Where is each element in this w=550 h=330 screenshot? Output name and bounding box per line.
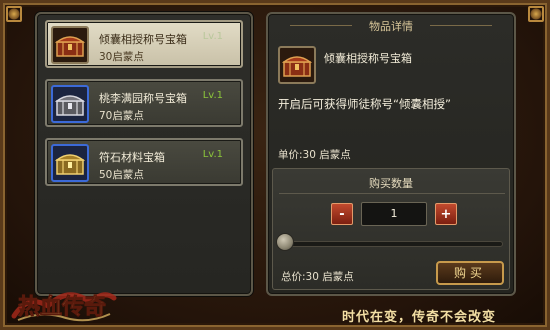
svg-text:热血传奇: 热血传奇 xyxy=(18,294,106,320)
list-item-qingnang[interactable]: 倾囊相授称号宝箱 30启蒙点 Lv.1 xyxy=(45,20,243,68)
item-list-panel: 倾囊相授称号宝箱 30启蒙点 Lv.1 桃李满园称号宝箱 70启蒙点 Lv.1 xyxy=(35,12,253,296)
item-level: Lv.1 xyxy=(202,90,223,101)
total-price: 总价:30 启蒙点 xyxy=(281,271,354,283)
treasure-chest-icon xyxy=(51,26,89,64)
treasure-chest-icon xyxy=(51,144,89,182)
detail-title: 物品详情 xyxy=(369,20,413,33)
increase-quantity-button[interactable]: + xyxy=(435,203,457,225)
divider xyxy=(279,193,505,194)
game-logo: 热血传奇 xyxy=(8,276,118,326)
list-item-taoli[interactable]: 桃李满园称号宝箱 70启蒙点 Lv.1 xyxy=(45,79,243,127)
quantity-slider[interactable] xyxy=(283,241,503,247)
unit-price: 单价:30 启蒙点 xyxy=(278,149,351,161)
item-price: 50启蒙点 xyxy=(99,169,144,181)
buy-button[interactable]: 购买 xyxy=(436,261,504,285)
quantity-label: 购买数量 xyxy=(369,177,413,190)
item-name: 倾囊相授称号宝箱 xyxy=(99,33,187,46)
quantity-input[interactable]: 1 xyxy=(361,202,427,226)
list-item-fushi[interactable]: 符石材料宝箱 50启蒙点 Lv.1 xyxy=(45,138,243,186)
slider-handle[interactable] xyxy=(276,233,294,251)
decrease-quantity-button[interactable]: - xyxy=(331,203,353,225)
corner-ornament xyxy=(528,6,544,22)
detail-item-name: 倾囊相授称号宝箱 xyxy=(324,52,412,65)
corner-ornament xyxy=(6,6,22,22)
item-name: 桃李满园称号宝箱 xyxy=(99,92,187,105)
item-level: Lv.1 xyxy=(202,149,223,160)
item-detail-panel: 物品详情 倾囊相授称号宝箱 开启后可获得师徒称号“倾囊相授” 单价:30 启蒙点… xyxy=(266,12,516,296)
treasure-chest-icon xyxy=(51,85,89,123)
slogan-text: 时代在变，传奇不会改变 xyxy=(342,310,497,325)
detail-description: 开启后可获得师徒称号“倾囊相授” xyxy=(278,97,451,111)
item-price: 30启蒙点 xyxy=(99,51,144,63)
purchase-box: 购买数量 - 1 + 总价:30 启蒙点 购买 xyxy=(272,168,510,290)
item-level: Lv.1 xyxy=(202,31,223,42)
treasure-chest-icon xyxy=(278,46,316,84)
item-name: 符石材料宝箱 xyxy=(99,151,165,164)
item-price: 70启蒙点 xyxy=(99,110,144,122)
